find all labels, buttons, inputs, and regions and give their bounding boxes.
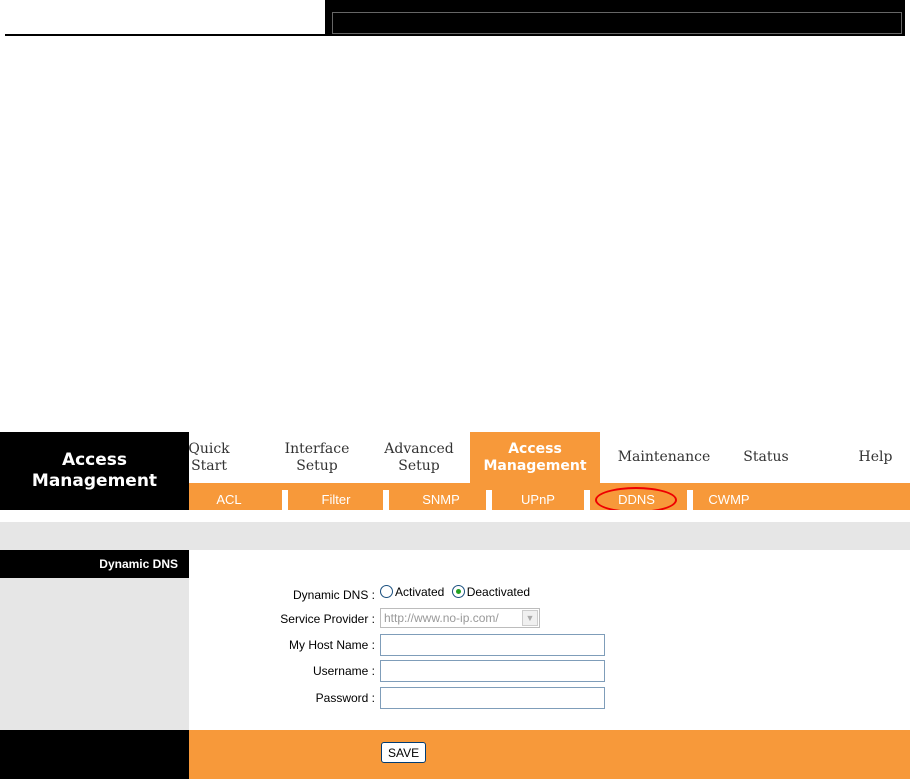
footer-right <box>189 730 910 779</box>
tab-advanced-setup[interactable]: Advanced Setup <box>379 432 459 483</box>
save-button[interactable]: SAVE <box>381 742 427 763</box>
brand-line2: Management <box>31 471 158 491</box>
footer-bar: SAVE <box>0 730 910 779</box>
radio-deactivated-label: Deactivated <box>466 584 531 599</box>
service-provider-row: Service Provider : http://www.no-ip.com/… <box>189 607 910 631</box>
top-divider-line <box>5 34 325 36</box>
tab-interface-setup[interactable]: Interface Setup <box>281 432 353 483</box>
host-name-row: My Host Name : <box>189 633 910 657</box>
tab-maintenance[interactable]: Maintenance <box>614 432 714 483</box>
tab-help[interactable]: Help <box>853 432 898 483</box>
dynamic-dns-options: Activated Deactivated <box>380 584 534 599</box>
subtab-filter[interactable]: Filter <box>311 488 361 510</box>
chevron-down-icon: ▼ <box>522 610 538 626</box>
tab-status[interactable]: Status <box>736 432 796 483</box>
username-input[interactable] <box>380 660 605 682</box>
router-ui: Access Management Quick Start Interface Se… <box>0 432 910 779</box>
dynamic-dns-row: Dynamic DNS : Activated Deactivated <box>189 583 910 607</box>
brand-line1: Access <box>61 450 128 470</box>
host-name-label: My Host Name : <box>288 638 375 652</box>
subtab-snmp[interactable]: SNMP <box>411 488 471 510</box>
service-provider-select[interactable]: http://www.no-ip.com/ ▼ <box>380 608 540 628</box>
radio-activated[interactable] <box>380 585 393 599</box>
main-nav: Quick Start Interface Setup Advanced Setup … <box>188 432 910 483</box>
password-input[interactable] <box>380 687 605 709</box>
subnav-separator <box>584 490 590 510</box>
dynamic-dns-section: Dynamic DNS Dynamic DNS : Activated Deac… <box>0 550 910 730</box>
radio-activated-label: Activated <box>395 584 445 599</box>
subnav-separator <box>383 490 389 510</box>
tab-quick-start[interactable]: Quick Start <box>188 432 229 483</box>
grey-strip <box>0 522 910 550</box>
host-name-input[interactable] <box>380 634 605 656</box>
subnav-separator <box>486 490 492 510</box>
footer-left <box>0 730 189 779</box>
service-provider-label: Service Provider : <box>280 612 375 626</box>
subnav-separator <box>282 490 288 510</box>
section-title: Dynamic DNS <box>0 550 189 578</box>
radio-deactivated[interactable] <box>451 585 465 599</box>
sub-nav: ACL Filter SNMP UPnP DDNS CWMP <box>189 483 910 513</box>
service-provider-value: http://www.no-ip.com/ <box>384 611 499 625</box>
tab-access-management[interactable]: Access Management <box>470 432 600 483</box>
subtab-cwmp[interactable]: CWMP <box>699 488 759 510</box>
spacer <box>0 510 910 522</box>
username-row: Username : <box>189 659 910 683</box>
password-row: Password : <box>189 686 910 710</box>
section-sidebar <box>0 578 189 730</box>
password-label: Password : <box>315 691 375 705</box>
subtab-upnp[interactable]: UPnP <box>513 488 563 510</box>
top-banner-frame <box>332 12 902 34</box>
section-brand: Access Management <box>0 432 189 510</box>
dynamic-dns-label: Dynamic DNS : <box>292 588 375 602</box>
username-label: Username : <box>312 664 375 678</box>
subnav-separator <box>687 490 693 510</box>
subtab-acl[interactable]: ACL <box>209 488 249 510</box>
